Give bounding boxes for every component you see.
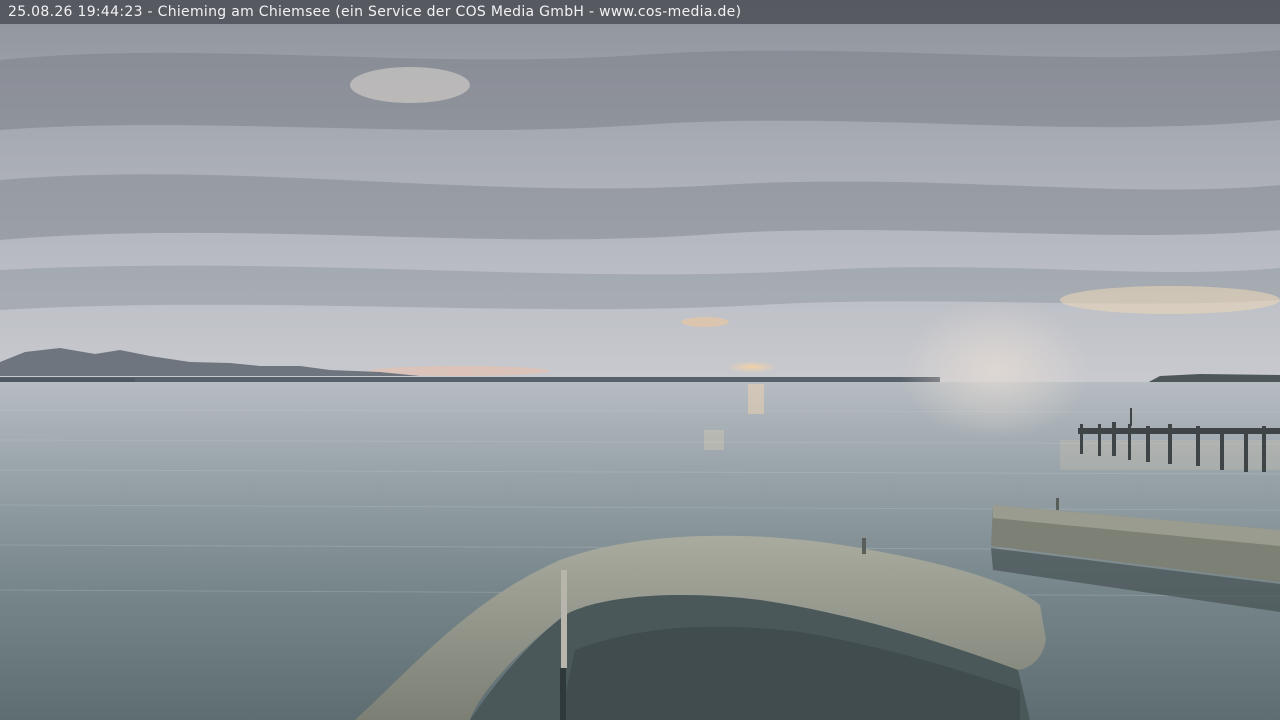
- timestamp-caption: 25.08.26 19:44:23 - Chieming am Chiemsee…: [8, 4, 742, 20]
- lens-glare: [900, 300, 1090, 440]
- caption-bar: 25.08.26 19:44:23 - Chieming am Chiemsee…: [0, 0, 1280, 24]
- post: [561, 570, 567, 668]
- sun-reflection: [748, 384, 764, 414]
- webcam-view: 25.08.26 19:44:23 - Chieming am Chiemsee…: [0, 0, 1280, 720]
- far-shore: [0, 377, 940, 382]
- webcam-image: [0, 0, 1280, 720]
